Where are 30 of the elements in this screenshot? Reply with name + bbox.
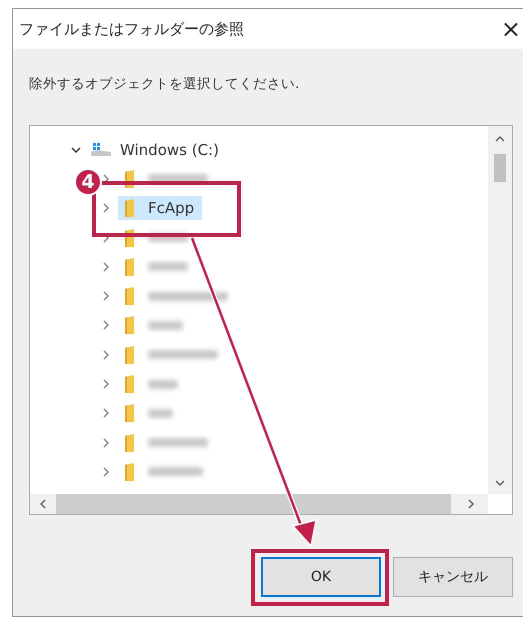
scroll-down-icon[interactable] [495, 480, 505, 486]
tree-item-label[interactable]: Windows (C:) [120, 140, 219, 159]
vertical-scrollbar[interactable] [488, 126, 512, 494]
folder-icon [124, 346, 136, 364]
blurred-label [148, 380, 178, 389]
close-button[interactable]: × [490, 15, 523, 43]
folder-icon [124, 287, 136, 306]
folder-icon [124, 404, 136, 422]
window-title: ファイルまたはフォルダーの参照 [19, 20, 244, 38]
folder-icon [124, 434, 136, 452]
folder-icon [124, 375, 136, 394]
blurred-label [148, 350, 218, 360]
instruction-text: 除外するオブジェクトを選択してください. [29, 75, 300, 94]
ok-button[interactable]: OK [261, 557, 381, 597]
folder-icon [124, 199, 136, 218]
folder-icon [124, 258, 136, 276]
scroll-up-icon[interactable] [495, 136, 505, 142]
scroll-right-icon[interactable] [468, 499, 474, 509]
blurred-label [148, 262, 188, 272]
scroll-left-icon[interactable] [40, 499, 46, 509]
blurred-label [148, 438, 208, 448]
blurred-label [148, 320, 183, 330]
drive-icon [90, 142, 112, 158]
folder-icon [124, 462, 136, 481]
folder-icon [124, 316, 136, 334]
selected-tree-item[interactable]: FcApp [118, 196, 202, 220]
blurred-label [148, 467, 203, 476]
scroll-thumb[interactable] [494, 154, 506, 182]
cancel-button[interactable]: キャンセル [393, 557, 513, 597]
blurred-label [148, 408, 173, 418]
